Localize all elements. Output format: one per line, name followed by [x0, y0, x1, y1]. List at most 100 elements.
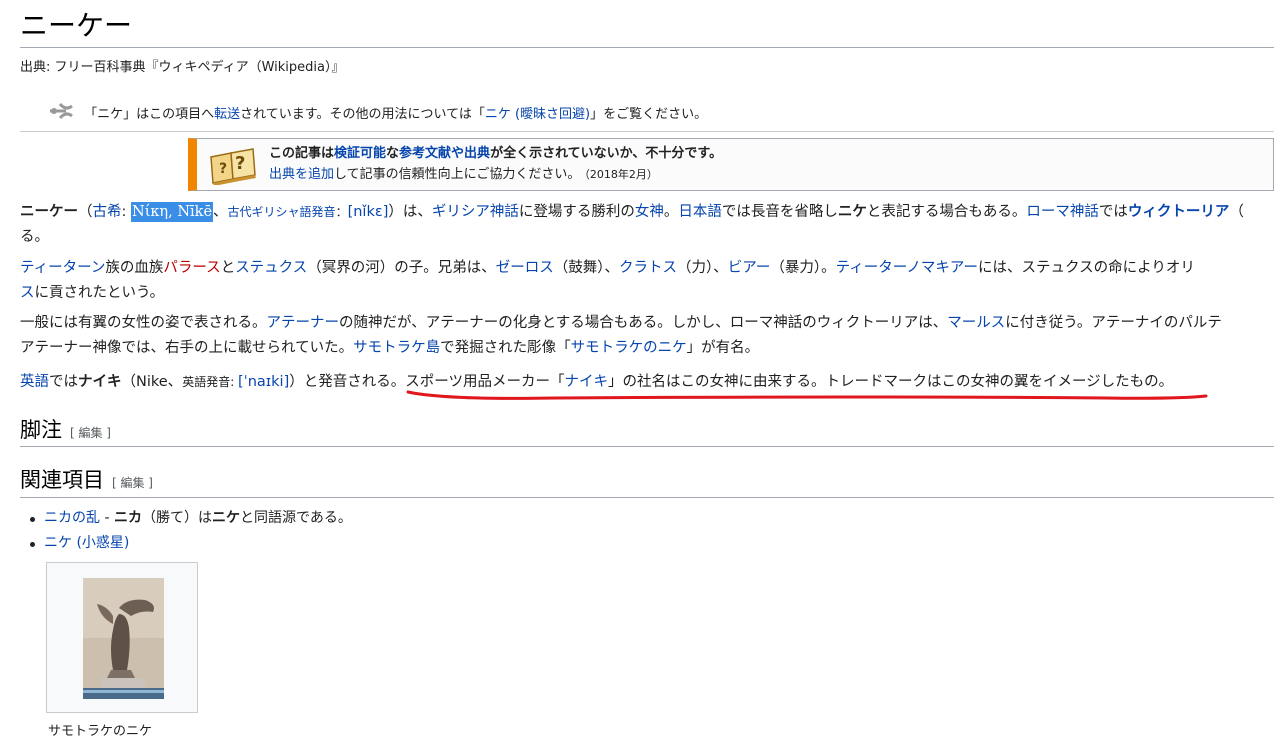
goddess-link[interactable]: 女神 — [635, 204, 664, 220]
hatnote-text-3: 」をご覧ください。 — [590, 107, 708, 122]
references-link[interactable]: 参考文献や出典 — [399, 146, 490, 161]
notice-text: な — [386, 146, 400, 161]
thumbnail-frame — [46, 562, 198, 713]
thumbnail-caption: サモトラケのニケ — [48, 724, 153, 739]
mars-link[interactable]: マールス — [947, 315, 1005, 331]
text: 英語発音: — [182, 375, 239, 389]
text: の随神だが、アテーナーの化身とする場合もある。しかし、ローマ神話のウィクトーリア… — [339, 315, 948, 331]
verifiability-link[interactable]: 検証可能 — [334, 146, 386, 161]
nike-asteroid-link[interactable]: ニケ (小惑星) — [44, 535, 129, 551]
text: と表記する場合もある。 — [866, 204, 1027, 220]
svg-text:?: ? — [235, 153, 245, 174]
text: アテーナー神像では、右手の上に載せられていた。 — [20, 340, 354, 356]
redirect-link[interactable]: 転送 — [214, 107, 240, 122]
nika-riots-link[interactable]: ニカの乱 — [44, 510, 100, 526]
text: る。 — [20, 229, 49, 245]
text: ）は、 — [388, 204, 432, 220]
list-item: ニケ (小惑星) — [28, 531, 352, 556]
text: で発掘された彫像「 — [440, 340, 571, 356]
text: と同語源である。 — [239, 510, 352, 526]
text: 一般には有翼の女性の姿で表される。 — [20, 315, 267, 331]
text: （ — [78, 204, 93, 220]
japanese-link[interactable]: 日本語 — [678, 204, 722, 220]
bia-link[interactable]: ビアー — [728, 260, 771, 276]
list-item: ニカの乱 - ニカ（勝て）はニケと同語源である。 — [28, 506, 352, 531]
text: に貢されたという。 — [34, 285, 165, 301]
bold-term: ニケ — [837, 204, 867, 220]
titanomachy-link[interactable]: ティーターノマキアー — [836, 260, 978, 276]
section-divider — [20, 446, 1274, 447]
title-divider — [20, 47, 1274, 48]
olympus-link[interactable]: ス — [20, 285, 35, 301]
svg-text:?: ? — [219, 161, 227, 177]
victoria-link[interactable]: ウィクトーリア — [1128, 204, 1230, 220]
notice-text: この記事は — [269, 146, 335, 161]
redirect-arrow-icon — [48, 102, 76, 127]
citation-needed-notice: ? ? この記事は検証可能な参考文献や出典が全く示されていないか、不十分です。 … — [188, 138, 1274, 191]
text: 、 — [213, 204, 228, 220]
selected-greek-text[interactable]: Νίκη, Nīkē — [131, 202, 214, 222]
text: : — [121, 204, 131, 220]
bold-term: ニカ — [113, 510, 142, 526]
text: 族の血族 — [105, 260, 164, 276]
text: （ — [1229, 204, 1244, 220]
text: に付き従う。アテーナイのパルテ — [1005, 315, 1222, 331]
pallas-redlink[interactable]: パラース — [163, 260, 220, 276]
kratos-link[interactable]: クラトス — [619, 260, 677, 276]
text: では長音を省略し — [721, 204, 838, 220]
bold-term: ナイキ — [78, 374, 122, 390]
titan-link[interactable]: ティーターン — [20, 260, 105, 276]
related-heading: 関連項目 [ 編集 ] — [20, 466, 153, 497]
winged-victory-link[interactable]: サモトラケのニケ — [571, 340, 687, 356]
text: 。 — [663, 204, 679, 220]
bold-term: ニケ — [211, 510, 240, 526]
winged-victory-image[interactable] — [83, 578, 164, 699]
notice-text: して記事の信頼性向上にご協力ください。 — [334, 167, 581, 182]
roman-mythology-link[interactable]: ローマ神話 — [1026, 204, 1099, 220]
section-title: 脚注 — [20, 418, 62, 442]
notice-text: が全く示されていないか、不十分です。 — [490, 146, 723, 161]
pronunciation-label-link[interactable]: 古代ギリシャ語発音 — [228, 205, 336, 219]
text: では — [1098, 204, 1128, 220]
text: には、ステュクスの命によりオリ — [978, 260, 1195, 276]
ipa-greek-link[interactable]: [nǐkɛ] — [348, 204, 389, 220]
section-title: 関連項目 — [20, 468, 104, 492]
greek-mythology-link[interactable]: ギリシア神話 — [432, 204, 519, 220]
hatnote-divider — [20, 131, 1274, 132]
edit-notes-link[interactable]: [ 編集 ] — [70, 426, 111, 440]
text: （Nike、 — [121, 374, 183, 390]
add-sources-link[interactable]: 出典を追加 — [269, 167, 334, 182]
related-list: ニカの乱 - ニカ（勝て）はニケと同語源である。 ニケ (小惑星) — [28, 506, 352, 556]
styx-link[interactable]: ステュクス — [235, 260, 307, 276]
text: に登場する勝利の — [518, 204, 635, 220]
text: ： — [335, 205, 348, 219]
disambiguation-link[interactable]: ニケ (曖昧さ回避) — [485, 107, 590, 122]
article-subject: ニーケー — [20, 204, 78, 220]
ancient-greek-link[interactable]: 古希 — [93, 204, 122, 220]
edit-related-link[interactable]: [ 編集 ] — [112, 476, 153, 490]
text: （冥界の河）の子。兄弟は、 — [307, 260, 496, 276]
hatnote-text-1: 「ニケ」はこの項目へ — [84, 107, 215, 122]
notice-line-2: 出典を追加して記事の信頼性向上にご協力ください。 （2018年2月） — [269, 166, 658, 184]
site-subtitle: 出典: フリー百科事典『ウィキペディア（Wikipedia）』 — [20, 60, 345, 75]
page-title: ニーケー — [20, 9, 133, 42]
english-link[interactable]: 英語 — [20, 374, 49, 390]
text: （勝て）は — [141, 510, 212, 526]
red-underline-annotation — [406, 390, 1208, 400]
notice-date: （2018年2月） — [584, 168, 658, 181]
text: では — [49, 374, 78, 390]
text: （暴力）。 — [770, 260, 836, 276]
text: （鼓舞）、 — [553, 260, 620, 276]
notes-heading: 脚注 [ 編集 ] — [20, 416, 111, 447]
hatnote-text-2: されています。その他の用法については「 — [240, 107, 485, 122]
samothrace-link[interactable]: サモトラケ島 — [353, 340, 440, 356]
text: と — [220, 260, 236, 276]
zelos-link[interactable]: ゼーロス — [496, 260, 554, 276]
text: 」が有名。 — [686, 340, 760, 356]
ipa-english-link[interactable]: [ˈnaɪki] — [238, 374, 289, 390]
athena-link[interactable]: アテーナー — [267, 315, 340, 331]
section-divider — [20, 497, 1274, 498]
text: （力）、 — [677, 260, 728, 276]
open-book-question-icon: ? ? — [207, 145, 259, 186]
intro-paragraph: ニーケー（古希: Νίκη, Nīkē、古代ギリシャ語発音：[nǐkɛ]）は、ギ… — [20, 201, 1274, 251]
